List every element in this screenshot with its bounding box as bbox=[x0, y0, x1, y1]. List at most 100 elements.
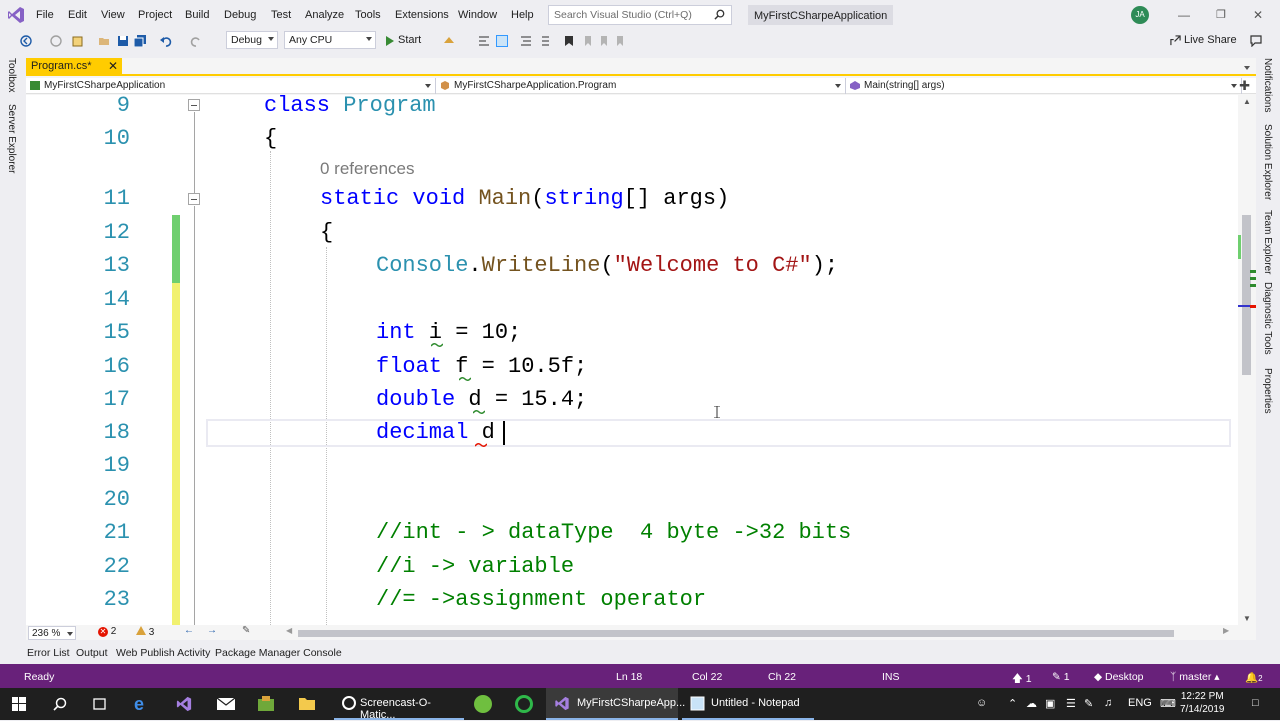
edge-browser-icon[interactable]: e bbox=[134, 695, 152, 713]
avatar[interactable]: JA bbox=[1131, 6, 1149, 24]
taskbar-item-notepad[interactable]: Untitled - Notepad bbox=[682, 688, 814, 720]
scroll-right-icon[interactable]: ▶ bbox=[1223, 626, 1229, 635]
tab-dropdown-icon[interactable] bbox=[1244, 66, 1250, 70]
repository-select[interactable]: ◆ Desktop bbox=[1094, 671, 1144, 683]
forward-icon[interactable] bbox=[50, 35, 62, 47]
menu-debug[interactable]: Debug bbox=[224, 9, 256, 21]
code-editor[interactable]: 9 10 11 12 13 14 15 16 17 18 19 20 21 22… bbox=[26, 95, 1238, 625]
scrollbar-thumb[interactable] bbox=[1242, 215, 1251, 375]
back-icon[interactable] bbox=[20, 35, 32, 47]
undo-icon[interactable] bbox=[160, 35, 172, 47]
file-explorer-icon[interactable] bbox=[298, 696, 316, 711]
close-icon[interactable]: ✕ bbox=[108, 59, 118, 73]
menu-window[interactable]: Window bbox=[458, 9, 497, 21]
solution-explorer-tab[interactable]: Solution Explorer bbox=[1262, 124, 1273, 200]
team-explorer-tab[interactable]: Team Explorer bbox=[1262, 210, 1273, 274]
search-input[interactable]: Search Visual Studio (Ctrl+Q) bbox=[548, 5, 732, 25]
save-icon[interactable] bbox=[117, 35, 129, 47]
volume-icon[interactable]: ♫ bbox=[1104, 697, 1112, 709]
start-debugging-button[interactable]: Start bbox=[382, 32, 425, 50]
menu-help[interactable]: Help bbox=[511, 9, 534, 21]
network-icon[interactable]: ▣ bbox=[1045, 697, 1055, 710]
collapse-class-icon[interactable] bbox=[188, 99, 200, 111]
error-count-button[interactable]: ✕ 2 bbox=[98, 626, 116, 637]
visual-studio-taskbar-icon[interactable] bbox=[175, 696, 193, 712]
scroll-left-icon[interactable]: ◀ bbox=[286, 626, 292, 635]
step-into-icon[interactable] bbox=[478, 35, 490, 47]
tab-output[interactable]: Output bbox=[76, 647, 108, 659]
solution-platform-select[interactable]: Any CPU bbox=[284, 31, 376, 49]
project-select[interactable]: MyFirstCSharpeApplication bbox=[26, 78, 436, 94]
onedrive-icon[interactable]: ☁ bbox=[1026, 697, 1037, 710]
properties-tab[interactable]: Properties bbox=[1262, 368, 1273, 414]
restore-icon[interactable]: ❐ bbox=[1216, 8, 1226, 21]
warning-count-button[interactable]: 3 bbox=[136, 626, 154, 638]
indent-icon[interactable] bbox=[538, 35, 550, 47]
scroll-up-icon[interactable]: ▲ bbox=[1243, 97, 1251, 106]
split-add-icon[interactable]: ✚ bbox=[1239, 78, 1250, 94]
zoom-select[interactable]: 236 % bbox=[28, 626, 76, 640]
task-view-icon[interactable] bbox=[92, 697, 107, 711]
toolbox-tab[interactable]: Toolbox bbox=[6, 58, 17, 92]
keyboard-icon[interactable]: ⌨ bbox=[1160, 697, 1176, 710]
pending-changes-status[interactable]: ✎ 1 bbox=[1052, 671, 1070, 683]
menu-project[interactable]: Project bbox=[138, 9, 172, 21]
person-icon[interactable]: ☺ bbox=[976, 697, 987, 709]
tab-package-manager-console[interactable]: Package Manager Console bbox=[215, 647, 342, 659]
feedback-icon[interactable] bbox=[1250, 35, 1262, 47]
server-explorer-tab[interactable]: Server Explorer bbox=[6, 104, 17, 173]
horizontal-scrollbar-thumb[interactable] bbox=[298, 630, 1174, 637]
tab-web-publish-activity[interactable]: Web Publish Activity bbox=[116, 647, 210, 659]
tab-error-list[interactable]: Error List bbox=[27, 647, 70, 659]
menu-view[interactable]: View bbox=[101, 9, 125, 21]
publish-status[interactable]: 🡅 1 bbox=[1012, 671, 1032, 689]
solution-configuration-select[interactable]: Debug bbox=[226, 31, 278, 49]
clock[interactable]: 12:22 PM 7/14/2019 bbox=[1180, 690, 1225, 716]
member-select[interactable]: Main(string[] args) bbox=[846, 78, 1242, 94]
brush-icon[interactable]: ✎ bbox=[242, 625, 250, 636]
browser-link-icon[interactable] bbox=[443, 35, 455, 47]
live-share-button[interactable]: Live Share bbox=[1168, 32, 1241, 48]
new-project-icon[interactable] bbox=[72, 35, 84, 47]
app-icon[interactable] bbox=[257, 696, 275, 712]
notification-status[interactable]: 🔔2 bbox=[1245, 671, 1263, 684]
minimize-icon[interactable]: — bbox=[1178, 8, 1190, 22]
outline-icon[interactable] bbox=[520, 35, 532, 47]
taskbar-item-screencast[interactable]: Screencast-O-Matic... bbox=[334, 688, 464, 721]
wifi-icon[interactable]: ☰ bbox=[1066, 697, 1076, 710]
clear-bookmarks-icon[interactable] bbox=[614, 35, 626, 47]
menu-analyze[interactable]: Analyze bbox=[305, 9, 344, 21]
language-indicator[interactable]: ENG bbox=[1128, 697, 1152, 709]
menu-build[interactable]: Build bbox=[185, 9, 209, 21]
collapse-method-icon[interactable] bbox=[188, 193, 200, 205]
toggle-icon[interactable] bbox=[496, 35, 508, 47]
menu-file[interactable]: File bbox=[36, 9, 54, 21]
notifications-tab[interactable]: Notifications bbox=[1262, 58, 1273, 112]
diagnostic-tools-tab[interactable]: Diagnostic Tools bbox=[1262, 282, 1273, 355]
menu-extensions[interactable]: Extensions bbox=[395, 9, 449, 21]
redo-icon[interactable] bbox=[190, 35, 202, 47]
menu-test[interactable]: Test bbox=[271, 9, 291, 21]
menu-tools[interactable]: Tools bbox=[355, 9, 381, 21]
close-icon[interactable]: ✕ bbox=[1253, 8, 1263, 22]
type-select[interactable]: MyFirstCSharpeApplication.Program bbox=[436, 78, 846, 94]
tab-program-cs[interactable]: Program.cs* ✕ bbox=[26, 58, 122, 76]
arrow-right-icon[interactable]: → bbox=[207, 625, 217, 636]
prev-bookmark-icon[interactable] bbox=[582, 35, 594, 47]
open-file-icon[interactable] bbox=[98, 35, 110, 47]
show-hidden-icons[interactable]: ⌃ bbox=[1008, 697, 1017, 710]
bookmark-icon[interactable] bbox=[563, 35, 575, 47]
arrow-left-icon[interactable]: ← bbox=[184, 625, 194, 636]
visual-studio-logo-icon[interactable] bbox=[7, 6, 25, 24]
action-center-icon[interactable]: □ bbox=[1252, 697, 1259, 709]
menu-edit[interactable]: Edit bbox=[68, 9, 87, 21]
app-icon[interactable] bbox=[474, 695, 492, 713]
mail-icon[interactable] bbox=[216, 697, 236, 711]
next-bookmark-icon[interactable] bbox=[598, 35, 610, 47]
save-all-icon[interactable] bbox=[134, 35, 146, 47]
pen-icon[interactable]: ✎ bbox=[1084, 697, 1093, 710]
vertical-scrollbar[interactable]: ▲ ▼ bbox=[1238, 95, 1256, 625]
app-icon[interactable] bbox=[515, 695, 533, 713]
scroll-down-icon[interactable]: ▼ bbox=[1243, 614, 1251, 623]
codelens-references[interactable]: 0 references bbox=[320, 159, 415, 179]
